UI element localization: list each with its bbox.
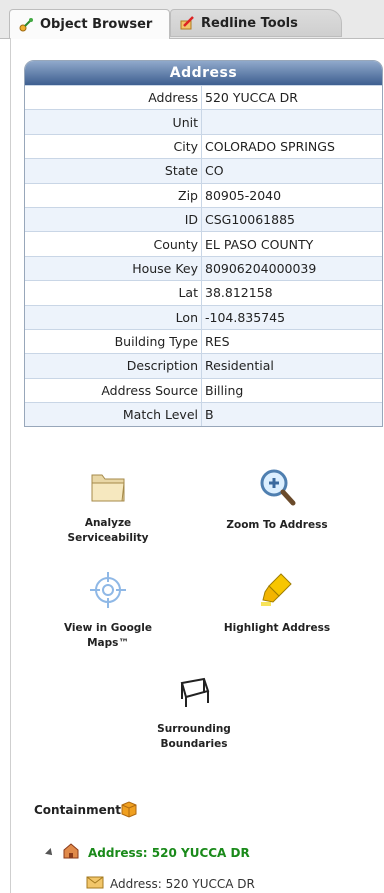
analyze-label-line2: Serviceability xyxy=(67,532,149,544)
address-row: State CO xyxy=(25,158,382,184)
address-row: Unit xyxy=(25,109,382,135)
crosshair-icon xyxy=(43,570,173,615)
redline-tools-icon xyxy=(179,15,195,31)
address-field-label: City xyxy=(25,133,202,159)
tree-node-label: Address: 520 YUCCA DR xyxy=(88,845,250,860)
expand-triangle-icon[interactable] xyxy=(45,847,55,858)
address-panel: Address Address 520 YUCCA DR Unit City COLOR… xyxy=(24,60,383,428)
address-field-label: Building Type xyxy=(25,328,202,354)
address-field-value: RES xyxy=(201,328,382,354)
tab-object-browser-label: Object Browser xyxy=(40,17,153,32)
address-field-label: Address Source xyxy=(25,377,202,403)
boundary-icon xyxy=(129,673,259,716)
address-table: Address 520 YUCCA DR Unit City COLORADO SPRI… xyxy=(25,84,382,427)
boundaries-label-line1: Surrounding xyxy=(157,723,231,735)
highlight-label: Highlight Address xyxy=(223,622,331,634)
address-field-value: COLORADO SPRINGS xyxy=(201,133,382,159)
zoom-label: Zoom To Address xyxy=(226,519,328,531)
panel-left-border xyxy=(10,38,11,893)
zoom-to-address-button[interactable]: Zoom To Address xyxy=(212,467,342,533)
object-browser-icon xyxy=(18,17,34,33)
address-field-value: 80906204000039 xyxy=(201,255,382,281)
address-row: Building Type RES xyxy=(25,328,382,354)
address-row: Zip 80905-2040 xyxy=(25,182,382,208)
highlighter-icon xyxy=(212,570,342,615)
address-field-label: Match Level xyxy=(25,402,202,427)
address-field-value: B xyxy=(201,402,382,427)
surrounding-boundaries-button[interactable]: Surrounding Boundaries xyxy=(129,673,259,752)
address-field-value: Billing xyxy=(201,377,382,403)
analyze-serviceability-button[interactable]: Analyze Serviceability xyxy=(43,467,173,546)
address-row: ID CSG10061885 xyxy=(25,206,382,232)
address-row: Match Level B xyxy=(25,402,382,427)
address-field-value: 520 YUCCA DR xyxy=(201,84,382,110)
boundaries-label-line2: Boundaries xyxy=(160,738,228,750)
address-field-label: House Key xyxy=(25,255,202,281)
tab-strip: Object Browser Redline Tools xyxy=(0,0,384,39)
magnifier-zoom-icon xyxy=(212,467,342,512)
containment-tree-child[interactable]: Address: 520 YUCCA DR xyxy=(86,875,255,892)
containment-box-icon xyxy=(120,800,138,822)
address-field-value: CO xyxy=(201,158,382,184)
address-row: Lat 38.812158 xyxy=(25,280,382,306)
containment-heading: Containment xyxy=(34,803,122,817)
address-row: City COLORADO SPRINGS xyxy=(25,133,382,159)
address-field-label: Unit xyxy=(25,109,202,135)
google-label-line1: View in Google xyxy=(63,622,153,634)
address-field-value: 80905-2040 xyxy=(201,182,382,208)
tab-redline-tools[interactable]: Redline Tools xyxy=(170,9,342,37)
address-row: Lon -104.835745 xyxy=(25,304,382,330)
address-row: Address Source Billing xyxy=(25,377,382,403)
highlight-address-button[interactable]: Highlight Address xyxy=(212,570,342,636)
address-field-label: Lon xyxy=(25,304,202,330)
address-row: County EL PASO COUNTY xyxy=(25,231,382,257)
house-icon xyxy=(62,842,80,863)
address-field-value: 38.812158 xyxy=(201,280,382,306)
address-field-label: Zip xyxy=(25,182,202,208)
address-field-value: Residential xyxy=(201,353,382,379)
tab-redline-tools-label: Redline Tools xyxy=(201,15,298,31)
address-field-label: ID xyxy=(25,206,202,232)
address-field-value: EL PASO COUNTY xyxy=(201,231,382,257)
envelope-icon xyxy=(86,875,104,892)
google-label-line2: Maps™ xyxy=(87,637,129,649)
containment-tree-node[interactable]: Address: 520 YUCCA DR xyxy=(45,842,250,863)
tab-object-browser[interactable]: Object Browser xyxy=(9,9,170,39)
address-field-value xyxy=(201,109,382,135)
address-field-label: State xyxy=(25,158,202,184)
address-field-label: Address xyxy=(25,84,202,110)
tree-child-label: Address: 520 YUCCA DR xyxy=(110,876,255,891)
address-field-label: Lat xyxy=(25,280,202,306)
address-field-label: County xyxy=(25,231,202,257)
view-google-maps-button[interactable]: View in Google Maps™ xyxy=(43,570,173,651)
address-field-value: CSG10061885 xyxy=(201,206,382,232)
address-field-value: -104.835745 xyxy=(201,304,382,330)
address-field-label: Description xyxy=(25,353,202,379)
address-panel-title: Address xyxy=(25,61,382,85)
folder-icon xyxy=(43,467,173,510)
address-row: Description Residential xyxy=(25,353,382,379)
analyze-label-line1: Analyze xyxy=(84,517,132,529)
address-row: Address 520 YUCCA DR xyxy=(25,84,382,110)
address-row: House Key 80906204000039 xyxy=(25,255,382,281)
